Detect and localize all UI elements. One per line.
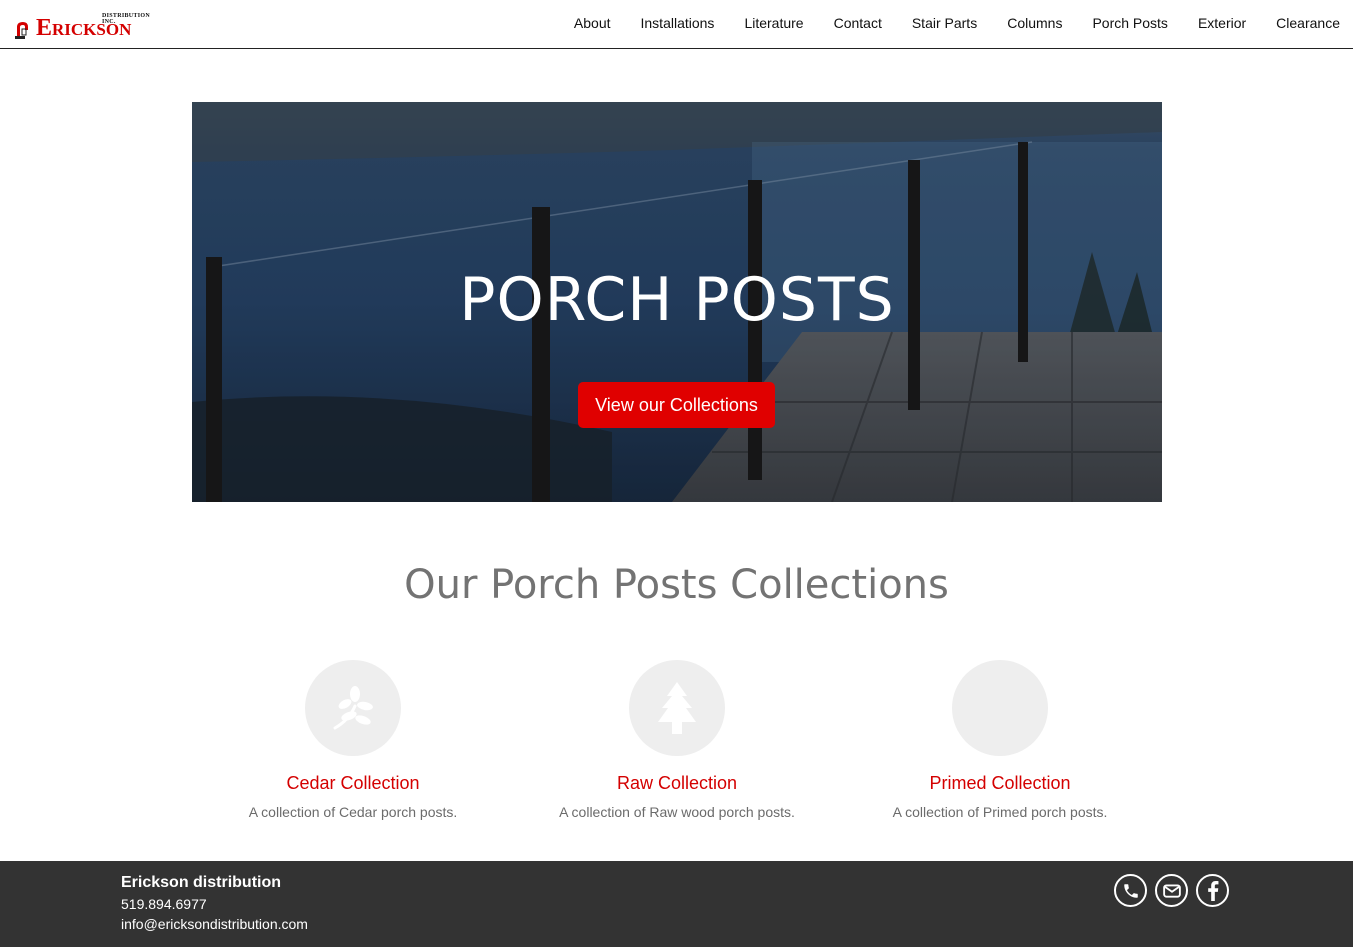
footer-company-name: Erickson distribution [121,874,282,891]
facebook-icon[interactable] [1196,874,1229,907]
collection-card-raw[interactable]: Raw Collection A collection of Raw wood … [527,660,827,820]
view-collections-button[interactable]: View our Collections [578,382,775,428]
cedar-circle [305,660,401,756]
raw-circle [629,660,725,756]
nav-columns[interactable]: Columns [1007,15,1062,31]
hero-title: PORCH POSTS [459,265,895,335]
footer-email[interactable]: info@ericksondistribution.com [121,916,308,932]
cedar-collection-title[interactable]: Cedar Collection [203,773,503,794]
nav-contact[interactable]: Contact [834,15,882,31]
nav-exterior[interactable]: Exterior [1198,15,1246,31]
cedar-collection-description: A collection of Cedar porch posts. [248,804,458,820]
primed-collection-title[interactable]: Primed Collection [850,773,1150,794]
site-header: Erickson DISTRIBUTION INC. About Install… [0,0,1353,49]
logo-subtext: DISTRIBUTION INC. [102,13,150,25]
nav-stair-parts[interactable]: Stair Parts [912,15,977,31]
footer-phone[interactable]: 519.894.6977 [121,896,207,912]
social-links [1114,874,1237,907]
collections-heading: Our Porch Posts Collections [404,562,949,608]
raw-collection-description: A collection of Raw wood porch posts. [559,804,795,820]
nav-installations[interactable]: Installations [641,15,715,31]
primed-circle [952,660,1048,756]
nav-about[interactable]: About [574,15,611,31]
collection-card-cedar[interactable]: Cedar Collection A collection of Cedar p… [203,660,503,820]
raw-collection-title[interactable]: Raw Collection [527,773,827,794]
hero-banner: PORCH POSTS View our Collections [192,102,1162,502]
nav-clearance[interactable]: Clearance [1276,15,1340,31]
logo[interactable]: Erickson DISTRIBUTION INC. [14,12,150,40]
main-nav: About Installations Literature Contact S… [544,0,1340,46]
primed-collection-description: A collection of Primed porch posts. [892,804,1108,820]
email-icon[interactable] [1155,874,1188,907]
leaf-icon [333,686,373,730]
collection-card-primed[interactable]: Primed Collection A collection of Primed… [850,660,1150,820]
nav-literature[interactable]: Literature [744,15,803,31]
tree-icon [658,682,696,734]
phone-icon[interactable] [1114,874,1147,907]
nav-porch-posts[interactable]: Porch Posts [1092,15,1167,31]
logo-mark-icon [14,18,34,40]
site-footer: Erickson distribution 519.894.6977 info@… [0,861,1353,947]
